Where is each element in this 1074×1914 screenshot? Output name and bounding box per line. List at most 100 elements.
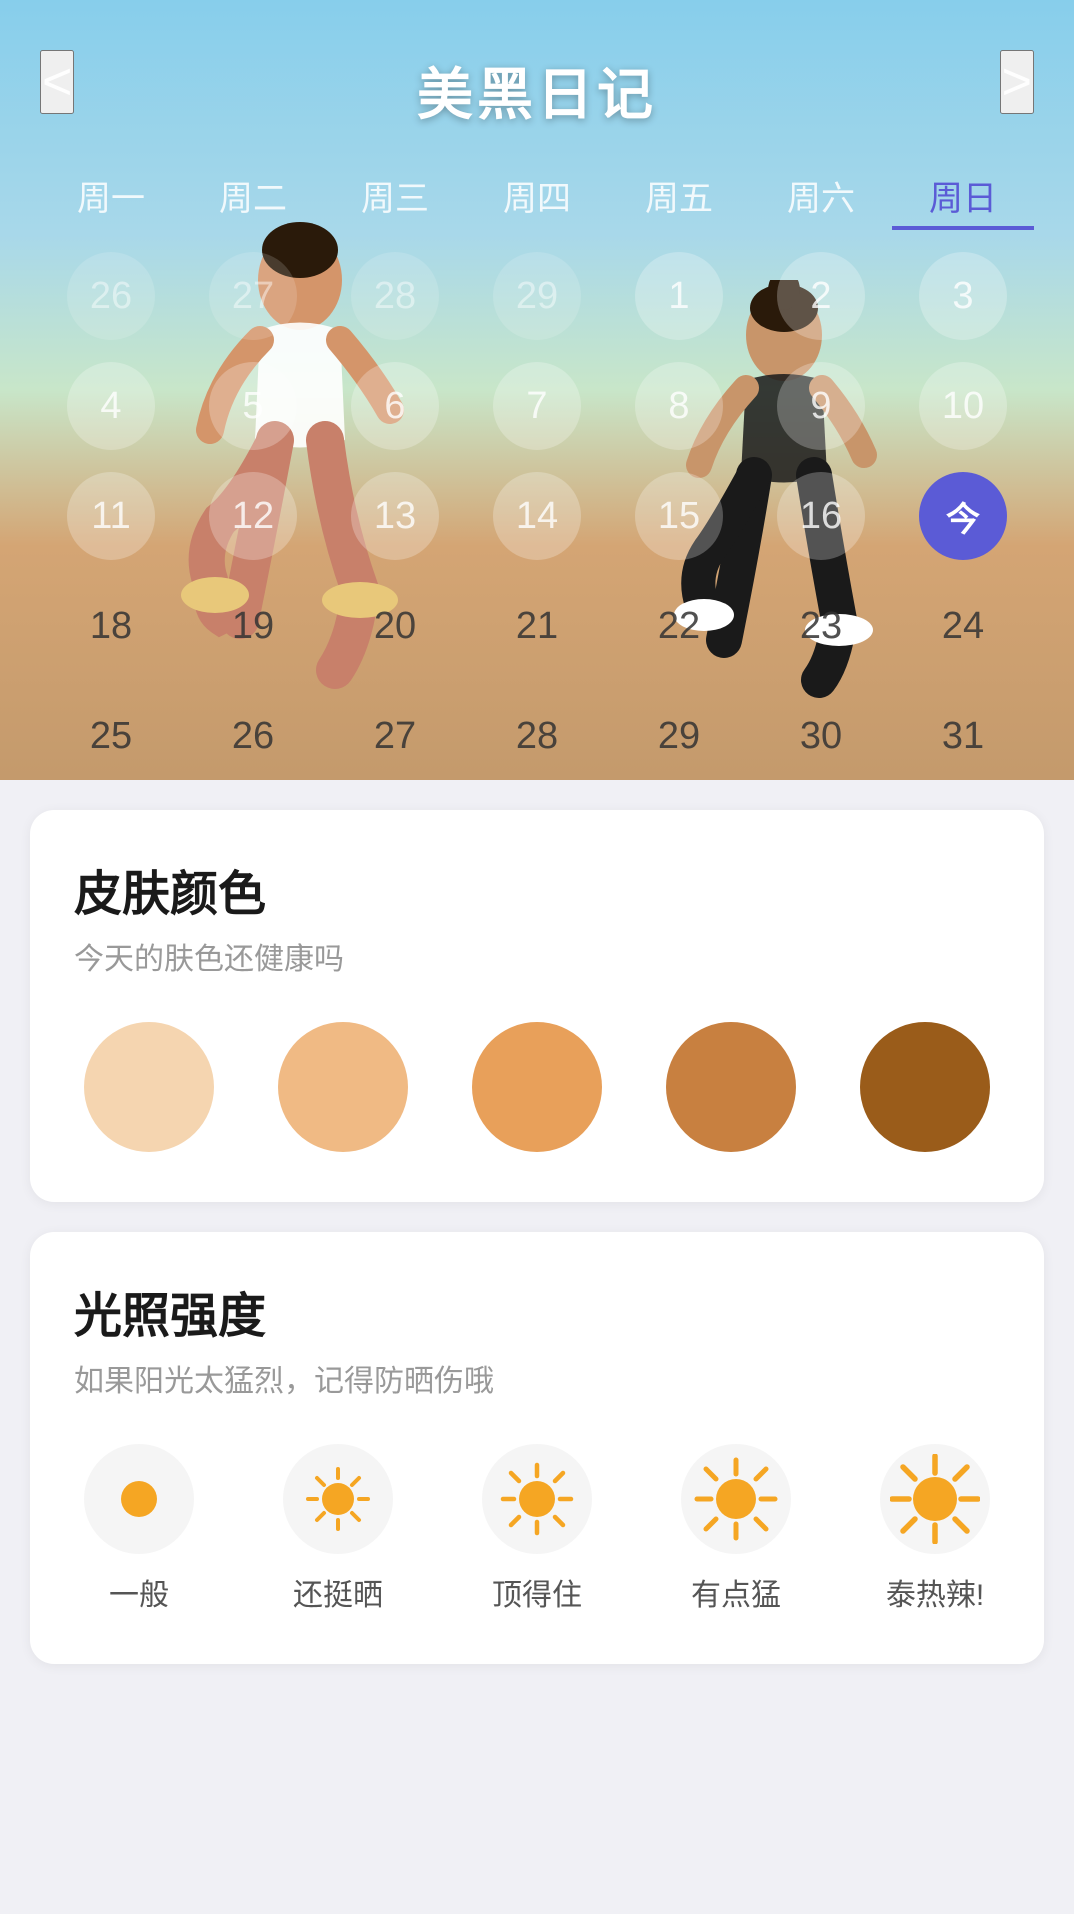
day-number[interactable]: 28 xyxy=(351,252,439,340)
day-cell[interactable]: 7 xyxy=(466,356,608,456)
day-number[interactable]: 27 xyxy=(351,692,439,780)
day-cell[interactable]: 26 xyxy=(182,686,324,780)
light-level-3[interactable]: 顶得住 xyxy=(482,1444,592,1614)
sun-icon-4 xyxy=(694,1457,778,1541)
weekday-fri: 周五 xyxy=(608,171,750,230)
app-title: 美黑日记 xyxy=(417,50,657,131)
day-cell[interactable]: 今 xyxy=(892,466,1034,566)
skin-color-title: 皮肤颜色 xyxy=(74,854,1000,924)
day-cell[interactable]: 30 xyxy=(750,686,892,780)
day-number[interactable]: 27 xyxy=(209,252,297,340)
day-cell[interactable]: 22 xyxy=(608,576,750,676)
day-number[interactable]: 6 xyxy=(351,362,439,450)
day-number[interactable]: 2 xyxy=(777,252,865,340)
day-cell[interactable]: 3 xyxy=(892,246,1034,346)
day-cell[interactable]: 2 xyxy=(750,246,892,346)
day-cell[interactable]: 6 xyxy=(324,356,466,456)
weekday-sun: 周日 xyxy=(892,171,1034,230)
day-cell[interactable]: 21 xyxy=(466,576,608,676)
day-cell[interactable]: 18 xyxy=(40,576,182,676)
sun-container-1 xyxy=(84,1444,194,1554)
day-number[interactable]: 21 xyxy=(493,582,581,670)
light-label-2: 还挺晒 xyxy=(293,1570,383,1614)
day-cell[interactable]: 11 xyxy=(40,466,182,566)
day-cell[interactable]: 13 xyxy=(324,466,466,566)
day-number[interactable]: 22 xyxy=(635,582,723,670)
day-cell[interactable]: 27 xyxy=(182,246,324,346)
light-level-4[interactable]: 有点猛 xyxy=(681,1444,791,1614)
day-cell[interactable]: 19 xyxy=(182,576,324,676)
day-number[interactable]: 29 xyxy=(493,252,581,340)
day-number[interactable]: 26 xyxy=(209,692,297,780)
day-number[interactable]: 23 xyxy=(777,582,865,670)
light-label-5: 泰热辣! xyxy=(886,1570,984,1614)
sun-icon-3 xyxy=(499,1461,575,1537)
day-number[interactable]: 25 xyxy=(67,692,155,780)
day-cell[interactable]: 10 xyxy=(892,356,1034,456)
day-cell[interactable]: 4 xyxy=(40,356,182,456)
day-cell[interactable]: 25 xyxy=(40,686,182,780)
day-cell[interactable]: 14 xyxy=(466,466,608,566)
sun-icon-1 xyxy=(109,1469,169,1529)
day-number[interactable]: 5 xyxy=(209,362,297,450)
day-cell[interactable]: 28 xyxy=(466,686,608,780)
app-container: < 美黑日记 > 周一 周二 周三 周四 周五 周六 周日 26 27 28 2… xyxy=(0,0,1074,1914)
day-number[interactable]: 3 xyxy=(919,252,1007,340)
day-number[interactable]: 11 xyxy=(67,472,155,560)
day-number[interactable]: 4 xyxy=(67,362,155,450)
day-number[interactable]: 26 xyxy=(67,252,155,340)
day-number[interactable]: 29 xyxy=(635,692,723,780)
day-number[interactable]: 8 xyxy=(635,362,723,450)
day-cell[interactable]: 1 xyxy=(608,246,750,346)
day-number[interactable]: 19 xyxy=(209,582,297,670)
day-number[interactable]: 7 xyxy=(493,362,581,450)
day-number[interactable]: 31 xyxy=(919,692,1007,780)
skin-color-4[interactable] xyxy=(666,1022,796,1152)
day-cell[interactable]: 12 xyxy=(182,466,324,566)
light-level-5[interactable]: 泰热辣! xyxy=(880,1444,990,1614)
skin-color-1[interactable] xyxy=(84,1022,214,1152)
day-cell[interactable]: 31 xyxy=(892,686,1034,780)
day-number[interactable]: 13 xyxy=(351,472,439,560)
day-cell[interactable]: 8 xyxy=(608,356,750,456)
skin-color-options xyxy=(74,1022,1000,1152)
light-label-1: 一般 xyxy=(109,1570,169,1614)
day-number[interactable]: 18 xyxy=(67,582,155,670)
prev-month-button[interactable]: < xyxy=(40,50,74,114)
skin-color-5[interactable] xyxy=(860,1022,990,1152)
day-cell[interactable]: 23 xyxy=(750,576,892,676)
next-month-button[interactable]: > xyxy=(1000,50,1034,114)
day-number[interactable]: 10 xyxy=(919,362,1007,450)
day-cell[interactable]: 29 xyxy=(608,686,750,780)
day-number[interactable]: 28 xyxy=(493,692,581,780)
day-number[interactable]: 15 xyxy=(635,472,723,560)
day-number[interactable]: 20 xyxy=(351,582,439,670)
skin-color-3[interactable] xyxy=(472,1022,602,1152)
bottom-area: 皮肤颜色 今天的肤色还健康吗 光照强度 如果阳光太猛烈，记得防晒伤哦 xyxy=(0,780,1074,1914)
day-cell[interactable]: 9 xyxy=(750,356,892,456)
day-cell[interactable]: 16 xyxy=(750,466,892,566)
day-number[interactable]: 14 xyxy=(493,472,581,560)
skin-color-2[interactable] xyxy=(278,1022,408,1152)
sun-container-5 xyxy=(880,1444,990,1554)
day-number[interactable]: 30 xyxy=(777,692,865,780)
day-cell[interactable]: 26 xyxy=(40,246,182,346)
day-cell[interactable]: 28 xyxy=(324,246,466,346)
day-cell[interactable]: 20 xyxy=(324,576,466,676)
day-cell[interactable]: 15 xyxy=(608,466,750,566)
day-cell[interactable]: 27 xyxy=(324,686,466,780)
day-cell[interactable]: 5 xyxy=(182,356,324,456)
weekday-thu: 周四 xyxy=(466,171,608,230)
day-cell[interactable]: 24 xyxy=(892,576,1034,676)
day-number[interactable]: 12 xyxy=(209,472,297,560)
day-number[interactable]: 9 xyxy=(777,362,865,450)
title-bar: < 美黑日记 > xyxy=(0,0,1074,151)
sun-container-2 xyxy=(283,1444,393,1554)
day-number[interactable]: 1 xyxy=(635,252,723,340)
light-level-1[interactable]: 一般 xyxy=(84,1444,194,1614)
day-number[interactable]: 24 xyxy=(919,582,1007,670)
day-cell[interactable]: 29 xyxy=(466,246,608,346)
light-level-2[interactable]: 还挺晒 xyxy=(283,1444,393,1614)
today-button[interactable]: 今 xyxy=(919,472,1007,560)
day-number[interactable]: 16 xyxy=(777,472,865,560)
